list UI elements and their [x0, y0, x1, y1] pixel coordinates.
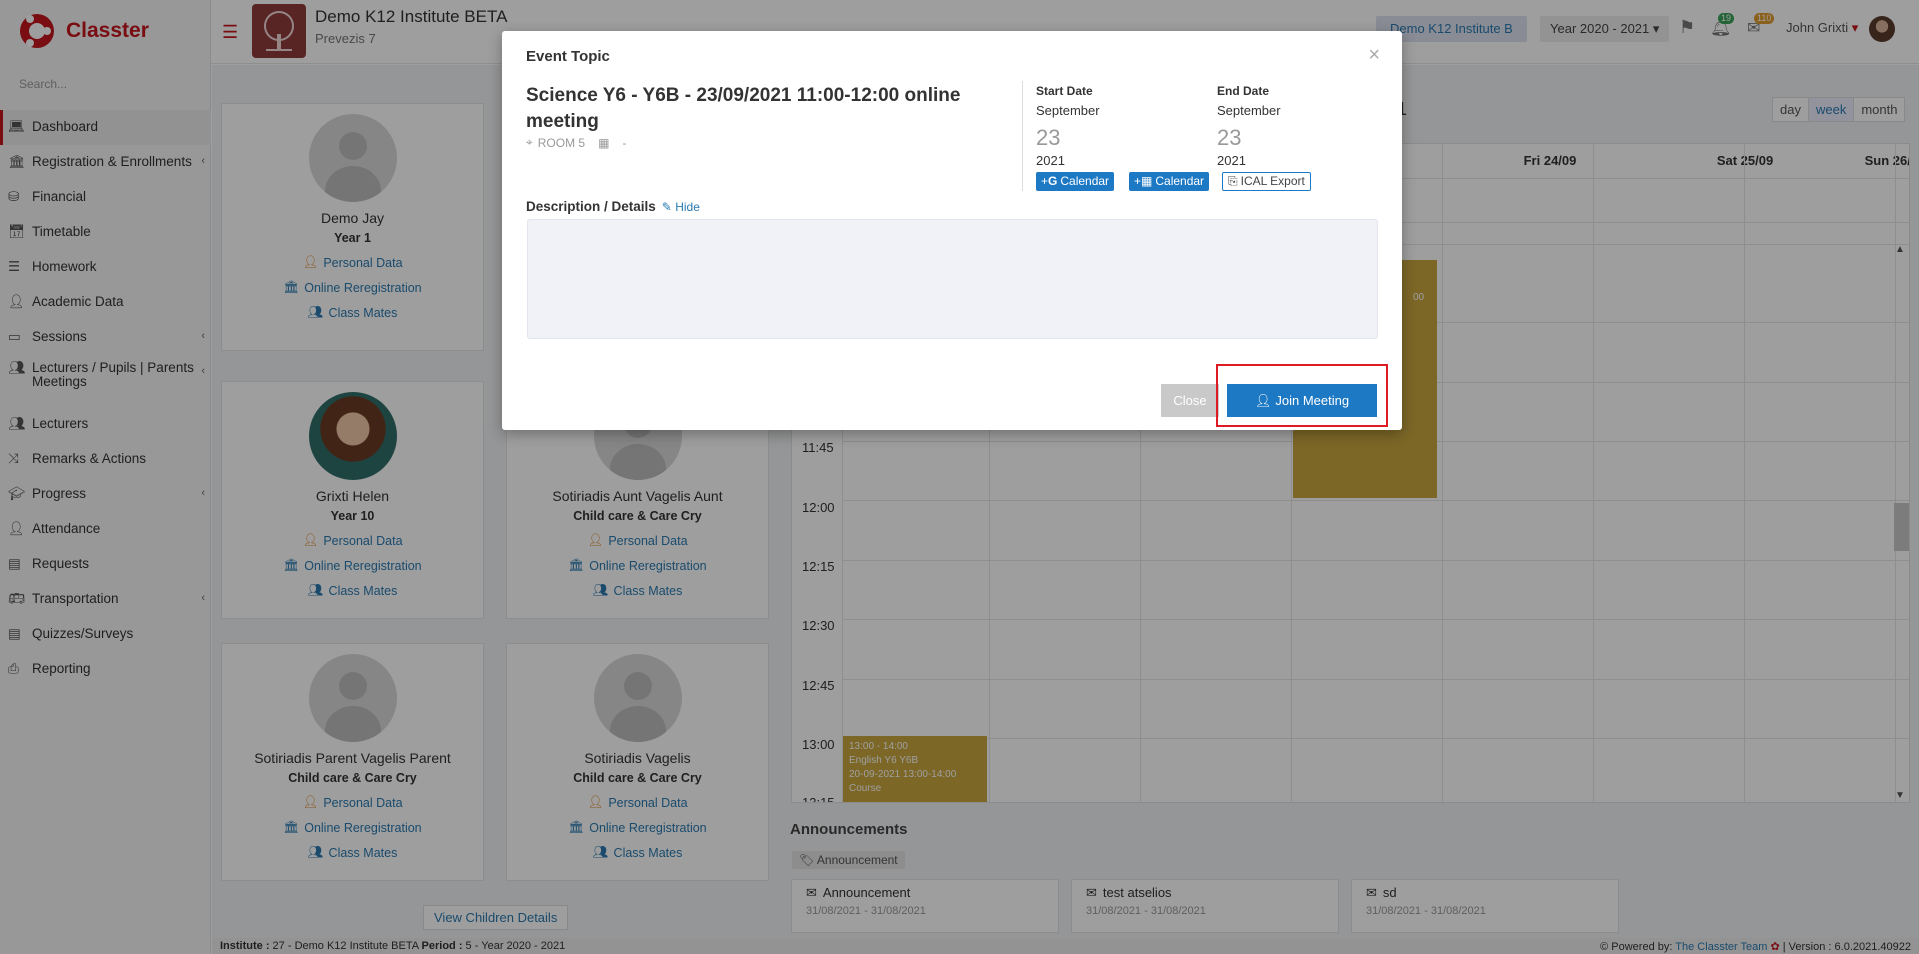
- end-date: End Date September 23 2021: [1217, 84, 1281, 168]
- end-date-year: 2021: [1217, 153, 1246, 168]
- ical-export-button[interactable]: ⎘ ICAL Export: [1222, 172, 1311, 191]
- ical-export-label: ICAL Export: [1240, 174, 1305, 188]
- start-date-day: 23: [1036, 125, 1061, 150]
- windows-icon: +▦: [1134, 174, 1153, 188]
- event-location: ⌖ ROOM 5 ▦ -: [526, 135, 626, 150]
- close-button[interactable]: Close: [1161, 384, 1219, 417]
- outlook-calendar-label: Calendar: [1155, 174, 1205, 188]
- close-icon[interactable]: ×: [1368, 44, 1380, 67]
- start-date-year: 2021: [1036, 153, 1065, 168]
- end-date-label: End Date: [1217, 84, 1270, 98]
- building-name: -: [622, 135, 627, 150]
- highlight-box: [1216, 364, 1388, 427]
- google-calendar-label: Calendar: [1060, 174, 1110, 188]
- map-marker-icon: ⌖: [526, 135, 533, 149]
- divider: [1022, 81, 1023, 191]
- outlook-calendar-button[interactable]: +▦ Calendar: [1129, 172, 1210, 191]
- description-header: Description / Details ✎ Hide: [526, 199, 700, 214]
- modal-title: Event Topic: [526, 48, 610, 65]
- hide-description-toggle[interactable]: ✎ Hide: [662, 200, 700, 214]
- description-label: Description / Details: [526, 199, 656, 214]
- google-calendar-button[interactable]: +G Calendar: [1036, 172, 1115, 191]
- pin-icon: ✎: [661, 199, 672, 214]
- hide-label: Hide: [675, 199, 700, 214]
- room-name: ROOM 5: [537, 135, 586, 150]
- event-title: Science Y6 - Y6B - 23/09/2021 11:00-12:0…: [526, 85, 961, 132]
- end-date-day: 23: [1217, 125, 1242, 150]
- file-export-icon: ⎘: [1228, 174, 1238, 188]
- google-icon: +G: [1041, 174, 1058, 188]
- building-icon: ▦: [598, 135, 610, 150]
- start-date-month: September: [1036, 103, 1100, 118]
- description-box: [527, 219, 1378, 339]
- start-date: Start Date September 23 2021: [1036, 84, 1100, 168]
- start-date-label: Start Date: [1036, 84, 1093, 98]
- end-date-month: September: [1217, 103, 1281, 118]
